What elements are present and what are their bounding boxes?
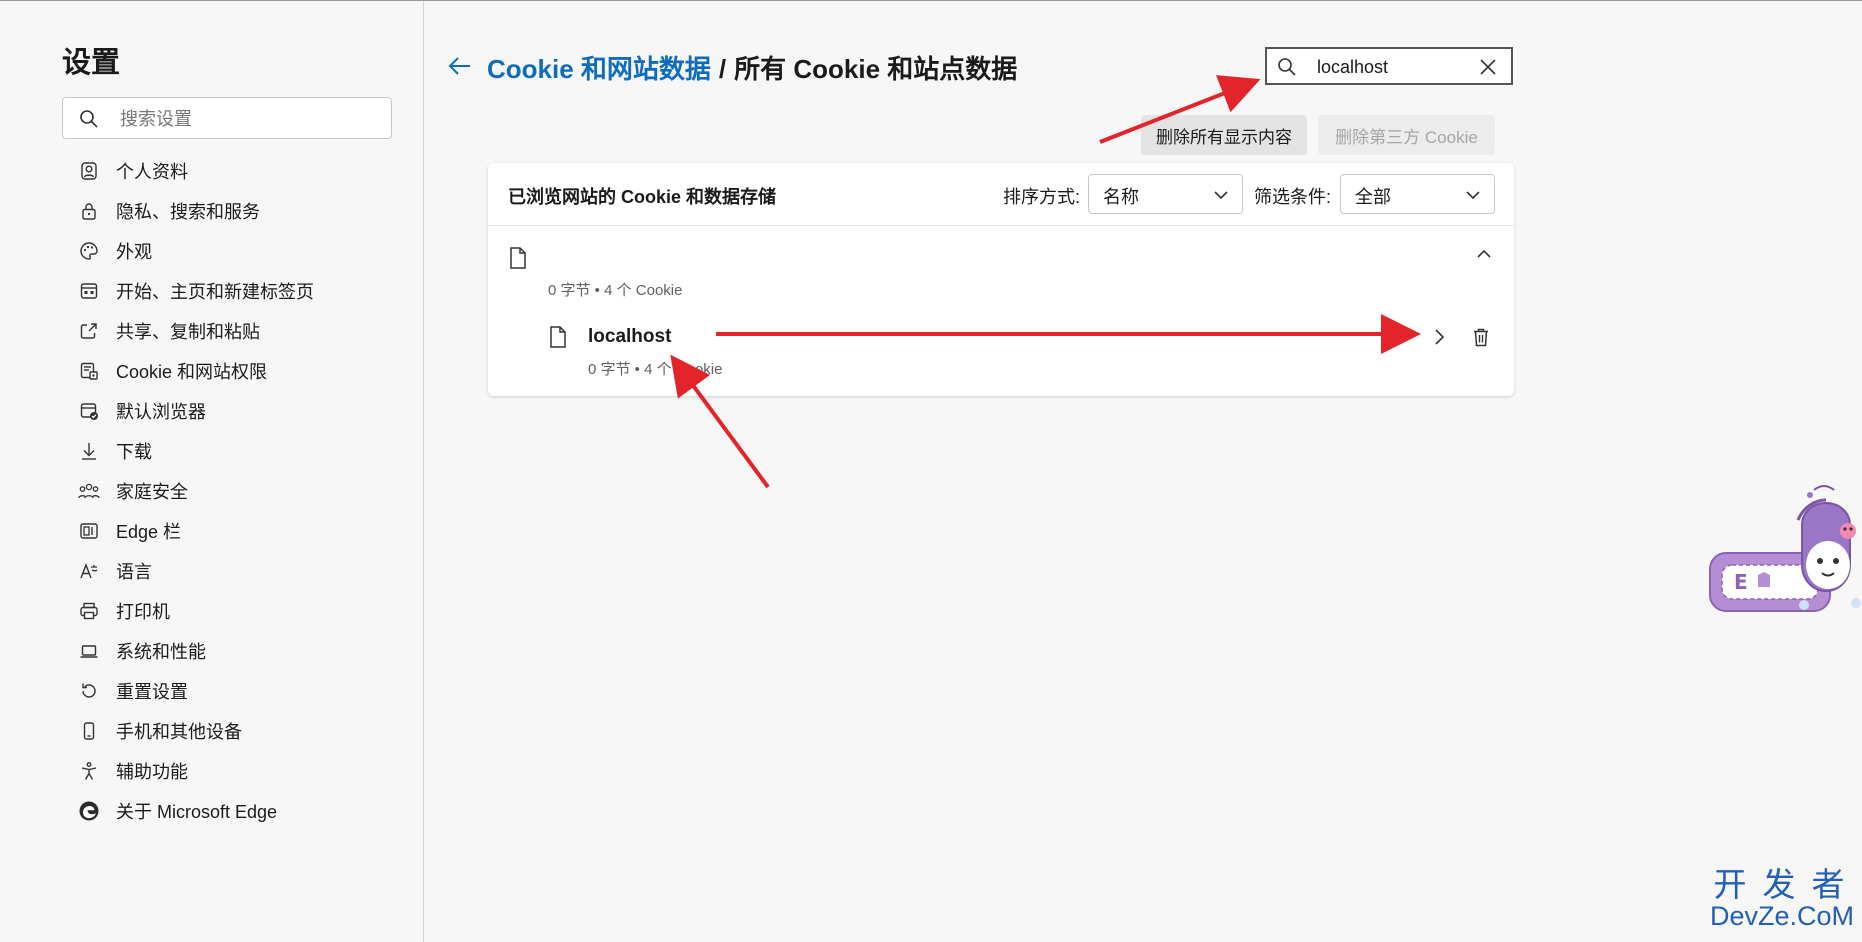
sidebar-item-label: 家庭安全 [116, 482, 188, 502]
settings-search-input[interactable] [118, 106, 382, 132]
settings-search-box[interactable] [62, 97, 392, 139]
watermark: 开发者 DevZe.CoM [1702, 868, 1862, 930]
breadcrumb: Cookie 和网站数据 / 所有 Cookie 和站点数据 [487, 49, 1017, 86]
sidebar-item-reset[interactable]: 重置设置 [62, 671, 392, 711]
breadcrumb-link-cookies[interactable]: Cookie 和网站数据 [487, 54, 711, 84]
svg-text:E: E [1734, 570, 1748, 594]
site-meta: 0 字节 • 4 个 Cookie [588, 361, 723, 378]
printer-icon [78, 600, 100, 622]
sidebar-item-phone[interactable]: 手机和其他设备 [62, 711, 392, 751]
sidebar-item-label: Edge 栏 [116, 522, 182, 542]
sidebar-item-profile[interactable]: 个人资料 [62, 151, 392, 191]
sidebar-item-label: 隐私、搜索和服务 [116, 202, 260, 222]
search-icon [80, 110, 98, 128]
sidebar-item-label: 手机和其他设备 [116, 722, 242, 742]
chevron-up-icon[interactable] [1473, 243, 1495, 265]
sort-label: 排序方式: [1003, 187, 1081, 207]
language-icon [78, 560, 100, 582]
breadcrumb-separator: / [718, 54, 727, 84]
sidebar-item-start-page[interactable]: 开始、主页和新建标签页 [62, 271, 392, 311]
sidebar-item-privacy[interactable]: 隐私、搜索和服务 [62, 191, 392, 231]
cookie-list-card: 已浏览网站的 Cookie 和数据存储 排序方式: 名称 筛选条件: 全部 0 … [488, 163, 1514, 396]
site-name: localhost [588, 326, 672, 347]
search-icon [1278, 58, 1296, 76]
list-item[interactable]: localhost 0 字节 • 4 个 Cookie [488, 313, 1514, 393]
group-meta: 0 字节 • 4 个 Cookie [548, 282, 683, 299]
sidebar-item-edge-bar[interactable]: Edge 栏 [62, 511, 392, 551]
settings-nav: 个人资料 隐私、搜索和服务 外观 开始、主页和新建标签页 共享、复制和粘贴 Co… [62, 151, 392, 831]
back-arrow-icon[interactable] [447, 53, 473, 79]
page-title: 所有 Cookie 和站点数据 [734, 54, 1018, 84]
decorative-sticker-image: E [1709, 485, 1861, 612]
sidebar-item-label: 系统和性能 [116, 642, 206, 662]
sidebar-item-accessibility[interactable]: 辅助功能 [62, 751, 392, 791]
watermark-line1: 开发者 [1713, 866, 1861, 903]
filter-label: 筛选条件: [1254, 187, 1332, 207]
start-page-icon [78, 280, 100, 302]
profile-icon [78, 160, 100, 182]
sidebar-item-system[interactable]: 系统和性能 [62, 631, 392, 671]
sidebar-title: 设置 [62, 47, 121, 79]
lock-icon [78, 200, 100, 222]
main-content: Cookie 和网站数据/所有 Cookie 和站点数据 删除所有显示内容 删除… [425, 1, 1862, 942]
edge-bar-icon [78, 520, 100, 542]
cookie-search-box[interactable] [1265, 47, 1513, 85]
sidebar-item-label: 下载 [116, 442, 152, 462]
download-icon [78, 440, 100, 462]
chevron-down-icon [1466, 191, 1480, 200]
sidebar-item-share[interactable]: 共享、复制和粘贴 [62, 311, 392, 351]
card-title: 已浏览网站的 Cookie 和数据存储 [508, 187, 777, 207]
sidebar-item-downloads[interactable]: 下载 [62, 431, 392, 471]
sidebar-item-label: 重置设置 [116, 682, 188, 702]
sidebar-item-about[interactable]: 关于 Microsoft Edge [62, 791, 392, 831]
edge-logo-icon [78, 800, 100, 822]
sidebar-item-cookies[interactable]: Cookie 和网站权限 [62, 351, 392, 391]
sidebar-item-default-browser[interactable]: 默认浏览器 [62, 391, 392, 431]
sidebar-item-label: 个人资料 [116, 162, 188, 182]
share-icon [78, 320, 100, 342]
close-icon[interactable] [1477, 56, 1499, 78]
phone-icon [78, 720, 100, 742]
trash-icon[interactable] [1470, 326, 1492, 348]
sidebar-item-label: 语言 [116, 562, 152, 582]
sidebar-item-label: 打印机 [116, 602, 170, 622]
sidebar-item-language[interactable]: 语言 [62, 551, 392, 591]
laptop-icon [78, 640, 100, 662]
accessibility-icon [78, 760, 100, 782]
cookie-search-input[interactable] [1315, 55, 1469, 79]
watermark-line2: DevZe.CoM [1709, 901, 1855, 931]
chevron-down-icon [1214, 191, 1228, 200]
document-icon [550, 326, 566, 348]
delete-third-party-cookies-button[interactable]: 删除第三方 Cookie [1318, 115, 1495, 155]
family-icon [78, 480, 100, 502]
sidebar-item-label: 外观 [116, 242, 152, 262]
filter-value: 全部 [1355, 187, 1391, 207]
sidebar-item-label: 关于 Microsoft Edge [116, 802, 278, 822]
sort-value: 名称 [1103, 187, 1139, 207]
sidebar-item-label: Cookie 和网站权限 [116, 362, 268, 382]
sidebar-item-label: 辅助功能 [116, 762, 188, 782]
sidebar-item-label: 开始、主页和新建标签页 [116, 282, 314, 302]
site-permissions-icon [78, 360, 100, 382]
reset-icon [78, 680, 100, 702]
sidebar-item-printers[interactable]: 打印机 [62, 591, 392, 631]
document-icon [510, 247, 526, 269]
default-browser-icon [78, 400, 100, 422]
sidebar-item-appearance[interactable]: 外观 [62, 231, 392, 271]
settings-sidebar: 设置 个人资料 隐私、搜索和服务 外观 开始、主页和新建标签页 共享、复制和粘贴… [0, 1, 424, 942]
sort-dropdown[interactable]: 名称 [1088, 174, 1243, 214]
card-header: 已浏览网站的 Cookie 和数据存储 排序方式: 名称 筛选条件: 全部 [488, 163, 1514, 226]
sidebar-item-label: 默认浏览器 [116, 402, 206, 422]
palette-icon [78, 240, 100, 262]
delete-all-shown-button[interactable]: 删除所有显示内容 [1141, 115, 1307, 155]
chevron-right-icon[interactable] [1428, 326, 1450, 348]
sidebar-item-family[interactable]: 家庭安全 [62, 471, 392, 511]
filter-dropdown[interactable]: 全部 [1340, 174, 1495, 214]
sidebar-item-label: 共享、复制和粘贴 [116, 322, 260, 342]
